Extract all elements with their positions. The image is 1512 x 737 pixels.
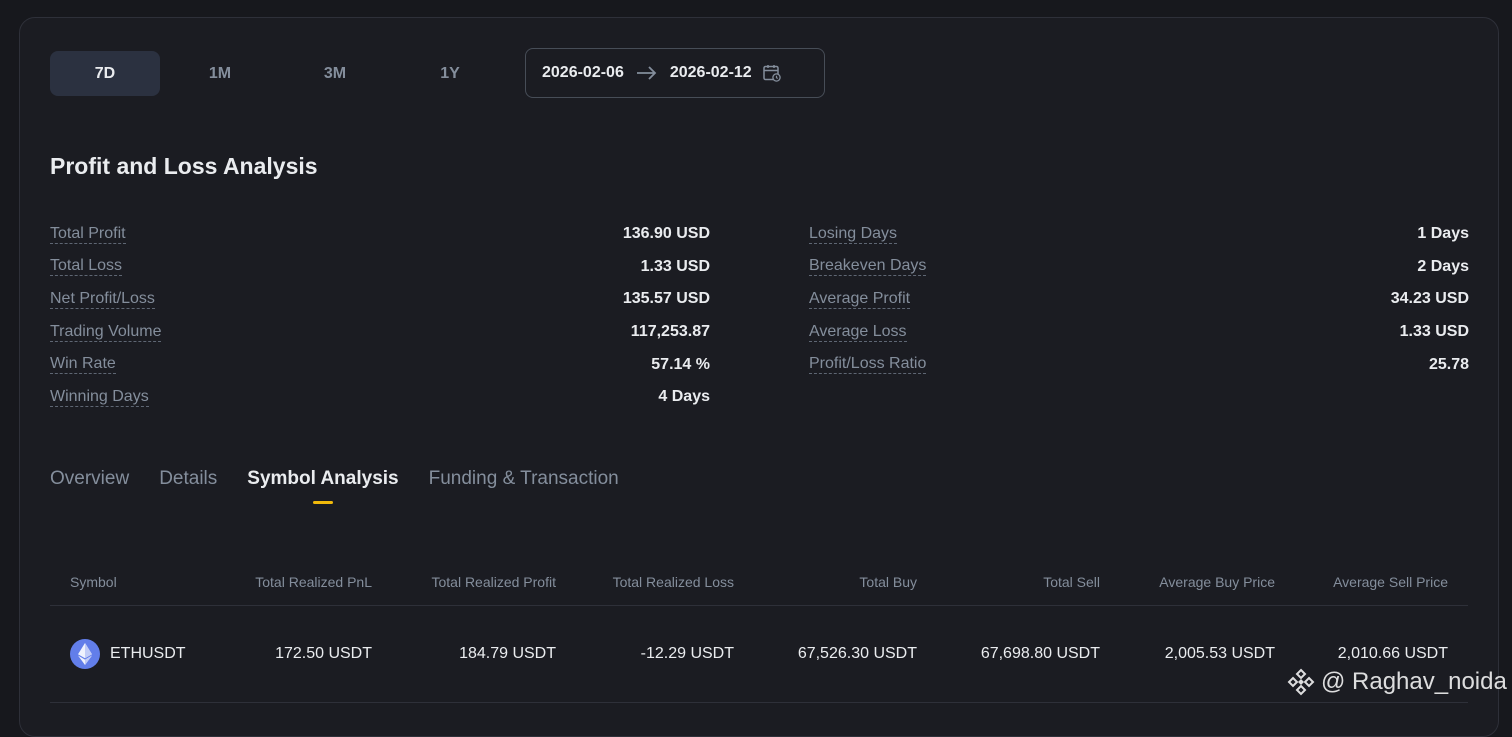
stat-row-breakeven-days: Breakeven Days 2 Days (809, 251, 1469, 284)
stat-label[interactable]: Win Rate (50, 355, 116, 375)
stat-row-average-loss: Average Loss 1.33 USD (809, 316, 1469, 349)
stat-value: 135.57 USD (622, 290, 710, 308)
col-header-avg-buy-price: Average Buy Price (1159, 573, 1275, 590)
cell-total-buy: 67,526.30 USDT (797, 645, 917, 662)
stat-row-net-pnl: Net Profit/Loss 135.57 USD (50, 283, 710, 316)
cell-realized-loss: -12.29 USDT (640, 645, 734, 662)
stat-label[interactable]: Total Profit (50, 225, 126, 244)
period-1y-button[interactable]: 1Y (395, 51, 505, 96)
stat-label[interactable]: Total Loss (50, 257, 123, 277)
period-1m-button[interactable]: 1M (165, 51, 275, 96)
stat-row-total-profit: Total Profit 136.90 USD (50, 218, 710, 251)
col-header-realized-loss: Total Realized Loss (612, 573, 734, 590)
stat-value: 4 Days (658, 388, 710, 406)
stat-label[interactable]: Average Profit (809, 290, 911, 309)
period-3m-button[interactable]: 3M (280, 51, 390, 96)
pnl-panel: 7D 1M 3M 1Y 2026-02-06 2026-02-12 Profit… (19, 17, 1499, 737)
stat-value: 25.78 (1428, 355, 1469, 373)
stat-value: 1.33 USD (1399, 323, 1469, 341)
stat-label[interactable]: Net Profit/Loss (50, 290, 155, 309)
tab-details[interactable]: Details (159, 468, 217, 504)
stat-row-win-rate: Win Rate 57.14 % (50, 348, 710, 381)
symbol-name: ETHUSDT (110, 645, 186, 662)
stat-value: 136.90 USD (622, 225, 710, 243)
col-header-realized-pnl: Total Realized PnL (255, 573, 372, 590)
stats-right-column: Losing Days 1 Days Breakeven Days 2 Days… (809, 218, 1469, 381)
stat-row-average-profit: Average Profit 34.23 USD (809, 283, 1469, 316)
tab-symbol-analysis[interactable]: Symbol Analysis (247, 468, 398, 504)
stats-left-column: Total Profit 136.90 USD Total Loss 1.33 … (50, 218, 710, 414)
stat-value: 1.33 USD (640, 257, 710, 275)
stat-label[interactable]: Breakeven Days (809, 257, 927, 277)
stat-value: 34.23 USD (1390, 290, 1469, 308)
period-selector: 7D 1M 3M 1Y (50, 51, 510, 96)
tab-overview[interactable]: Overview (50, 468, 129, 504)
ethereum-icon (70, 639, 100, 669)
tab-bar: Overview Details Symbol Analysis Funding… (50, 468, 649, 504)
symbol-table: Symbol Total Realized PnL Total Realized… (50, 558, 1468, 703)
col-header-total-sell: Total Sell (1043, 573, 1100, 590)
cell-total-sell: 67,698.80 USDT (980, 645, 1100, 662)
stat-label[interactable]: Trading Volume (50, 323, 162, 342)
col-header-avg-sell-price: Average Sell Price (1333, 573, 1448, 590)
stat-value: 2 Days (1417, 257, 1469, 275)
binance-logo-icon (1287, 668, 1315, 696)
cell-realized-pnl: 172.50 USDT (275, 645, 372, 662)
cell-avg-sell-price: 2,010.66 USDT (1337, 645, 1448, 662)
arrow-right-icon (636, 66, 658, 80)
stat-label[interactable]: Winning Days (50, 388, 149, 407)
date-start: 2026-02-06 (542, 64, 624, 81)
stat-value: 1 Days (1417, 225, 1469, 243)
stat-label[interactable]: Losing Days (809, 225, 898, 244)
stat-value: 117,253.87 (630, 323, 710, 341)
table-header: Symbol Total Realized PnL Total Realized… (50, 558, 1468, 606)
stat-row-winning-days: Winning Days 4 Days (50, 381, 710, 414)
watermark: @ Raghav_noida (1287, 668, 1507, 696)
symbol-cell: ETHUSDT (50, 639, 222, 669)
cell-realized-profit: 184.79 USDT (459, 645, 556, 662)
col-header-symbol: Symbol (70, 573, 117, 590)
col-header-total-buy: Total Buy (859, 573, 917, 590)
stat-label[interactable]: Profit/Loss Ratio (809, 355, 927, 375)
page-title: Profit and Loss Analysis (50, 153, 318, 179)
col-header-realized-profit: Total Realized Profit (431, 573, 556, 590)
watermark-text: @ Raghav_noida (1321, 668, 1507, 695)
stat-label[interactable]: Average Loss (809, 323, 907, 342)
date-range-picker[interactable]: 2026-02-06 2026-02-12 (525, 48, 825, 98)
stat-row-pnl-ratio: Profit/Loss Ratio 25.78 (809, 348, 1469, 381)
stat-row-losing-days: Losing Days 1 Days (809, 218, 1469, 251)
date-end: 2026-02-12 (669, 64, 752, 81)
tab-funding-transaction[interactable]: Funding & Transaction (429, 468, 619, 504)
stat-row-total-loss: Total Loss 1.33 USD (50, 251, 710, 284)
calendar-icon[interactable] (762, 63, 782, 83)
stat-row-trading-volume: Trading Volume 117,253.87 (50, 316, 710, 349)
cell-avg-buy-price: 2,005.53 USDT (1164, 645, 1275, 662)
stat-value: 57.14 % (651, 355, 710, 373)
period-7d-button[interactable]: 7D (50, 51, 160, 96)
table-row[interactable]: ETHUSDT 172.50 USDT 184.79 USDT -12.29 U… (50, 606, 1468, 703)
